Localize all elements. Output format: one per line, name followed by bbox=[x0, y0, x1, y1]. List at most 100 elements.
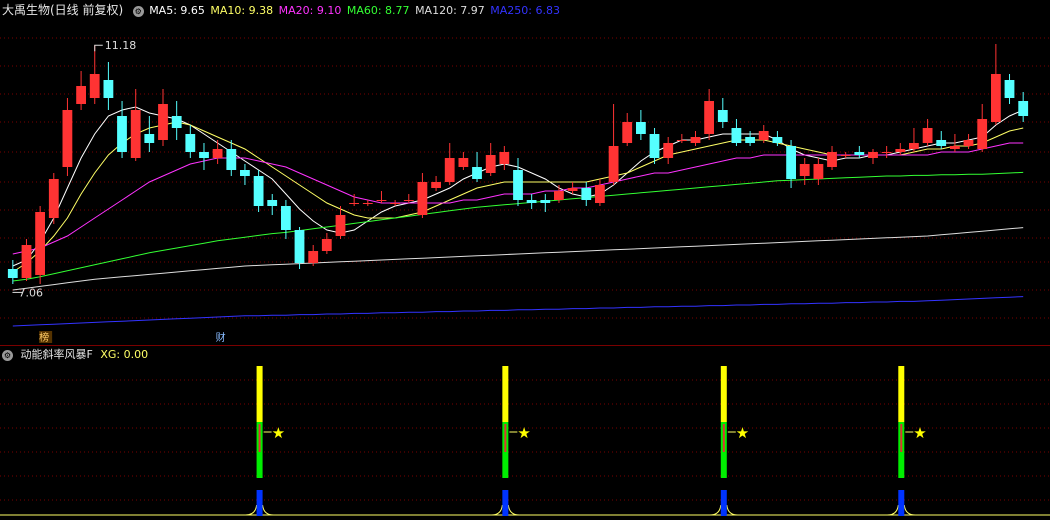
candle-down bbox=[117, 116, 127, 152]
signal-curve-right bbox=[262, 504, 274, 516]
candle-down bbox=[854, 152, 865, 155]
candle-up bbox=[431, 182, 441, 188]
candle-down bbox=[1004, 80, 1015, 98]
candle-up bbox=[758, 131, 769, 140]
signal-curve-left bbox=[245, 504, 258, 516]
indicator-chart[interactable]: ★ ★ ★ ★ bbox=[0, 346, 1050, 520]
signal-bar-blue bbox=[502, 490, 509, 516]
ma60-label: MA60: 8.77 bbox=[346, 4, 410, 17]
signal-curve-left bbox=[709, 504, 722, 516]
candle-down bbox=[294, 230, 305, 263]
signal-star-icon: ★ bbox=[913, 424, 926, 442]
tag-bang: 榜 bbox=[39, 331, 49, 344]
candle-down bbox=[513, 170, 523, 200]
low-price-label: 7.06 bbox=[18, 286, 43, 299]
candle-up bbox=[799, 164, 810, 176]
candle-up bbox=[89, 74, 100, 98]
candle-up bbox=[676, 140, 687, 141]
candle-down bbox=[253, 176, 264, 206]
ma120-line bbox=[12, 227, 1024, 291]
candle-down bbox=[171, 116, 182, 128]
candle-up bbox=[909, 143, 919, 149]
ma250-label: MA250: 6.83 bbox=[490, 4, 560, 17]
signal-bar-blue bbox=[720, 490, 727, 516]
signal-star-icon: ★ bbox=[517, 424, 530, 442]
candle-down bbox=[936, 140, 947, 146]
signal-bar-red bbox=[504, 424, 507, 452]
signal-bar-blue bbox=[898, 490, 905, 516]
ma5-label: MA5: 9.65 bbox=[149, 4, 205, 17]
signal-star-icon: ★ bbox=[272, 424, 285, 442]
indicator-settings-icon[interactable]: ⚙ bbox=[2, 349, 13, 361]
candle-up bbox=[499, 152, 510, 164]
candle-up bbox=[567, 188, 578, 191]
candle-down bbox=[540, 200, 551, 203]
stock-title[interactable]: 大禹生物(日线 前复权) bbox=[2, 3, 123, 17]
candle-up bbox=[335, 215, 346, 236]
candle-up bbox=[554, 191, 564, 200]
candle-up bbox=[991, 74, 1001, 122]
candle-up bbox=[403, 200, 414, 201]
xg-label: XG: 0.00 bbox=[100, 348, 149, 361]
candle-up bbox=[349, 203, 359, 204]
signal-bar-red bbox=[900, 424, 903, 452]
candle-down bbox=[281, 206, 291, 230]
signal-bar-yellow bbox=[898, 366, 905, 422]
candle-down bbox=[185, 134, 196, 152]
candle-up bbox=[608, 146, 619, 182]
settings-icon[interactable]: ⚙ bbox=[132, 5, 144, 17]
candle-up bbox=[827, 152, 837, 167]
signal-star-icon: ★ bbox=[736, 424, 749, 442]
candle-down bbox=[267, 200, 278, 206]
signal-curve-right bbox=[726, 504, 738, 516]
candle-up bbox=[813, 164, 824, 179]
signal-bar-blue bbox=[256, 490, 263, 516]
indicator-title[interactable]: 动能斜率风暴F bbox=[21, 348, 93, 361]
candle-up bbox=[895, 149, 906, 152]
chart-header: 大禹生物(日线 前复权) ⚙ MA5: 9.65 MA10: 9.38 MA20… bbox=[2, 2, 562, 18]
candle-down bbox=[1018, 101, 1029, 116]
candle-down bbox=[786, 146, 796, 179]
indicator-header: ⚙ 动能斜率风暴F XG: 0.00 bbox=[2, 348, 148, 362]
ma10-label: MA10: 9.38 bbox=[210, 4, 274, 17]
candle-up bbox=[595, 185, 605, 203]
candlestick-chart[interactable]: 11.18 7.06 榜 财 bbox=[0, 0, 1050, 345]
candle-up bbox=[158, 104, 168, 140]
candle-up bbox=[390, 203, 400, 204]
high-marker-line bbox=[94, 44, 103, 52]
candle-up bbox=[130, 110, 141, 158]
candle-down bbox=[581, 188, 592, 200]
candle-up bbox=[321, 239, 332, 251]
signal-bar-yellow bbox=[256, 366, 263, 422]
signal-curve-left bbox=[491, 504, 503, 516]
candle-up bbox=[362, 203, 373, 204]
signal-curve-left bbox=[887, 504, 899, 516]
candle-up bbox=[922, 128, 933, 143]
candle-up bbox=[950, 146, 960, 149]
signal-bar-red bbox=[722, 424, 725, 452]
candle-up bbox=[62, 110, 73, 167]
candle-down bbox=[7, 269, 18, 278]
candle-down bbox=[526, 200, 537, 203]
candle-up bbox=[376, 200, 387, 201]
signal-curve-right bbox=[903, 504, 916, 516]
signal-bar-yellow bbox=[720, 366, 727, 422]
candle-down bbox=[717, 110, 728, 122]
ma20-label: MA20: 9.10 bbox=[278, 4, 342, 17]
candle-down bbox=[226, 149, 237, 170]
candle-down bbox=[144, 134, 155, 143]
high-price-label: 11.18 bbox=[105, 39, 137, 52]
candle-up bbox=[663, 143, 674, 158]
ma250-line bbox=[12, 296, 1024, 327]
candle-up bbox=[963, 140, 974, 146]
candle-up bbox=[21, 245, 32, 278]
candle-down bbox=[772, 137, 783, 143]
candle-up bbox=[76, 86, 86, 104]
candle-down bbox=[636, 122, 646, 134]
candle-up bbox=[704, 101, 714, 134]
candle-up bbox=[417, 182, 428, 215]
candle-up bbox=[840, 155, 851, 156]
candle-up bbox=[48, 179, 59, 218]
candle-up bbox=[485, 155, 496, 173]
signal-bar-red bbox=[258, 424, 261, 452]
